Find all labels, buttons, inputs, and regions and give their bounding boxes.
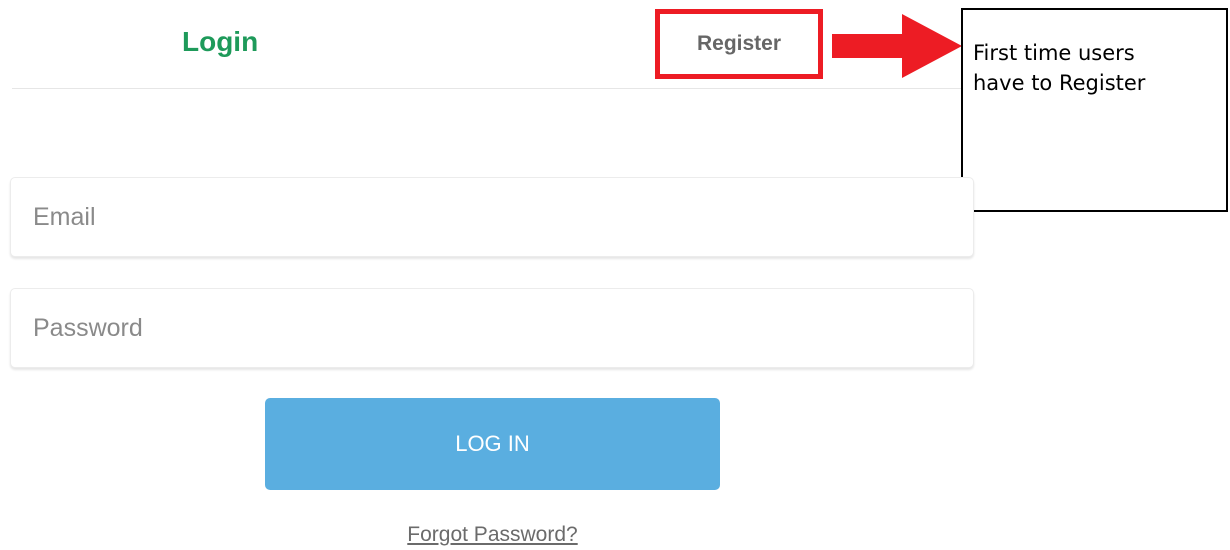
arrow-shaft (832, 34, 902, 58)
forgot-password-link[interactable]: Forgot Password? (265, 523, 720, 547)
email-field-container (10, 177, 974, 257)
tab-register-label: Register (696, 32, 782, 55)
password-field[interactable] (11, 289, 973, 367)
annotation-callout: First time users have to Register (961, 8, 1228, 212)
password-field-container (10, 288, 974, 368)
tab-register[interactable]: Register (655, 9, 823, 79)
annotation-line-2: have to Register (973, 71, 1146, 95)
annotation-line-1: First time users (973, 41, 1135, 65)
annotation-arrow-icon (832, 14, 962, 78)
arrow-head (902, 14, 962, 78)
login-page: Login Register First time users have to … (0, 0, 1230, 550)
email-field[interactable] (11, 178, 973, 256)
tab-login[interactable]: Login (182, 26, 258, 58)
tab-bar (12, 0, 974, 89)
login-button-label: LOG IN (455, 431, 530, 456)
login-button[interactable]: LOG IN (265, 398, 720, 490)
